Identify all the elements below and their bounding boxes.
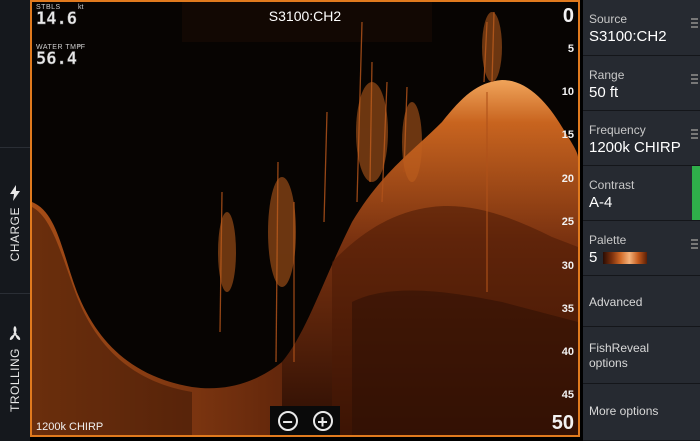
menu-item-range[interactable]: Range 50 ft xyxy=(583,56,700,111)
depth-tick: 10 xyxy=(561,86,574,98)
charge-button[interactable]: CHARGE xyxy=(0,185,30,261)
rail-divider xyxy=(0,293,30,294)
charge-label: CHARGE xyxy=(8,207,22,262)
source-value: S3100:CH2 xyxy=(589,28,667,45)
active-indicator xyxy=(692,166,700,220)
depth-tick: 30 xyxy=(561,260,574,272)
drag-grip-icon xyxy=(691,129,698,141)
drag-grip-icon xyxy=(691,18,698,30)
speed-value: 14.6 xyxy=(36,9,77,29)
menu-item-more-options[interactable]: More options xyxy=(583,384,700,441)
menu-item-advanced[interactable]: Advanced xyxy=(583,276,700,327)
fishreveal-label-line2: options xyxy=(589,356,628,370)
drag-grip-icon xyxy=(691,239,698,251)
palette-label: Palette xyxy=(589,233,627,247)
zoom-in-button[interactable]: + xyxy=(312,410,333,431)
water-temp-unit: °F xyxy=(78,44,86,51)
menu-item-source[interactable]: Source S3100:CH2 xyxy=(583,0,700,56)
source-label: Source xyxy=(589,12,628,26)
palette-value: 5 xyxy=(589,249,598,266)
rail-divider xyxy=(0,147,30,148)
depth-tick: 40 xyxy=(561,346,574,358)
depth-top: 0 xyxy=(562,5,574,27)
depth-tick: 35 xyxy=(561,303,574,315)
depth-tick: 25 xyxy=(561,216,574,228)
palette-value-row: 5 xyxy=(589,249,700,266)
speed-datafield[interactable]: STBLS kt 14.6 xyxy=(36,4,84,29)
range-value: 50 ft xyxy=(589,84,619,101)
more-options-label: More options xyxy=(589,404,659,418)
menu-item-fishreveal[interactable]: FishReveal options xyxy=(583,327,700,384)
depth-tick: 5 xyxy=(567,43,574,55)
zoom-controls: − + xyxy=(270,406,340,435)
menu-item-contrast[interactable]: Contrast A-4 xyxy=(583,166,700,221)
contrast-label: Contrast xyxy=(589,178,635,192)
contrast-value: A-4 xyxy=(589,194,613,211)
drag-grip-icon xyxy=(691,74,698,86)
water-temp-value: 56.4 xyxy=(36,49,77,69)
trolling-button[interactable]: TROLLING xyxy=(0,326,30,412)
water-temp-datafield[interactable]: WATER TMP °F 56.4 xyxy=(36,44,86,69)
depth-scale: 0 5 10 15 20 25 30 35 40 45 50 xyxy=(546,2,576,435)
menu-item-frequency[interactable]: Frequency 1200k CHIRP xyxy=(583,111,700,166)
frequency-label: 1200k CHIRP xyxy=(36,421,104,433)
speed-unit: kt xyxy=(78,4,84,11)
sonar-image xyxy=(32,2,578,435)
left-rail: CHARGE TROLLING xyxy=(0,0,30,441)
menu-item-palette[interactable]: Palette 5 xyxy=(583,221,700,276)
propeller-icon xyxy=(9,326,21,340)
frequency-value: 1200k CHIRP xyxy=(589,139,681,156)
depth-bottom: 50 xyxy=(551,412,574,434)
zoom-out-button[interactable]: − xyxy=(277,410,298,431)
depth-tick: 15 xyxy=(561,129,574,141)
sonar-menu: Source S3100:CH2 Range 50 ft Frequency 1… xyxy=(583,0,700,441)
range-label: Range xyxy=(589,68,625,82)
depth-tick: 20 xyxy=(561,173,574,185)
advanced-label: Advanced xyxy=(589,295,643,309)
palette-swatch xyxy=(603,252,648,265)
depth-tick: 45 xyxy=(561,389,574,401)
channel-title: S3100:CH2 xyxy=(268,8,342,24)
lightning-bolt-icon xyxy=(10,185,20,201)
sonar-view[interactable]: S3100:CH2 STBLS kt 14.6 WATER TMP °F 56.… xyxy=(30,0,580,437)
trolling-label: TROLLING xyxy=(8,348,22,413)
frequency-menu-label: Frequency xyxy=(589,123,646,137)
fishreveal-label-line1: FishReveal xyxy=(589,341,650,355)
